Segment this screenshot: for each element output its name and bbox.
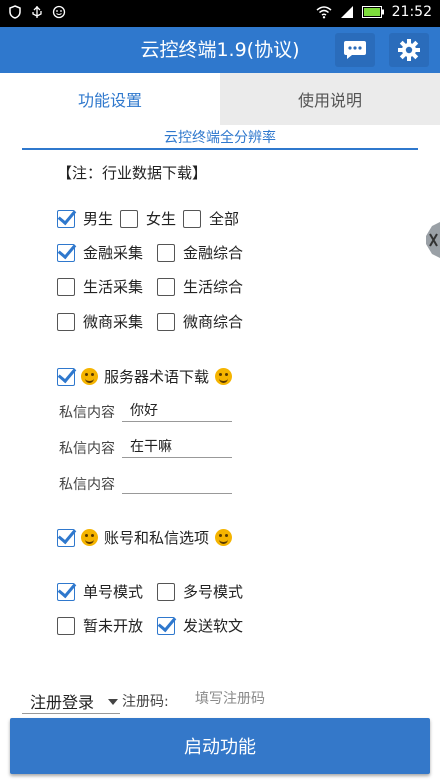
checkbox-label: 生活采集 — [83, 278, 144, 296]
checkbox-box[interactable] — [157, 277, 175, 296]
smiley-emoji-icon — [81, 529, 98, 546]
status-bar: 21:52 — [0, 0, 440, 27]
checkbox-label: 服务器术语下载 — [104, 368, 210, 386]
checkbox-wechat-general[interactable]: 微商综合 — [157, 311, 243, 332]
checkbox-account-options[interactable]: 账号和私信选项 — [57, 527, 233, 548]
register-mode-select[interactable]: 注册登录 — [22, 688, 120, 714]
battery-icon — [361, 6, 384, 18]
tab-function-settings[interactable]: 功能设置 — [0, 73, 220, 125]
checkbox-send-article[interactable]: 发送软文 — [157, 615, 243, 636]
resolution-subtitle: 云控终端全分辨率 — [164, 130, 276, 146]
private-message-label: 私信内容 — [59, 477, 115, 493]
checkbox-all[interactable]: 全部 — [183, 208, 239, 229]
checkbox-box[interactable] — [57, 209, 75, 228]
private-message-input-1[interactable] — [122, 398, 232, 422]
subtitle-divider — [22, 148, 418, 150]
checkbox-box[interactable] — [120, 209, 138, 228]
notification-smiley-icon — [52, 5, 66, 19]
checkbox-female[interactable]: 女生 — [120, 208, 176, 229]
checkbox-label: 生活综合 — [183, 278, 244, 296]
checkbox-box[interactable] — [157, 616, 175, 635]
checkbox-label: 暂未开放 — [83, 617, 144, 635]
checkbox-label: 全部 — [209, 210, 240, 228]
checkbox-label: 金融采集 — [83, 244, 144, 262]
tab-instructions[interactable]: 使用说明 — [220, 73, 440, 125]
wifi-icon — [316, 6, 332, 19]
register-code-label: 注册码: — [122, 694, 169, 710]
shield-icon — [9, 5, 21, 19]
checkbox-wechat-collect[interactable]: 微商采集 — [57, 311, 143, 332]
checkbox-label: 单号模式 — [83, 583, 144, 601]
usb-icon — [32, 6, 42, 18]
checkbox-male[interactable]: 男生 — [57, 208, 113, 229]
start-function-button[interactable]: 启动功能 — [10, 718, 430, 774]
checkbox-label: 金融综合 — [183, 244, 244, 262]
checkbox-box[interactable] — [57, 243, 75, 262]
checkbox-finance-collect[interactable]: 金融采集 — [57, 242, 143, 263]
register-code-input[interactable] — [185, 686, 365, 712]
checkbox-label: 微商采集 — [83, 313, 144, 331]
checkbox-box[interactable] — [183, 209, 201, 228]
checkbox-box[interactable] — [57, 582, 75, 601]
checkbox-label: 账号和私信选项 — [104, 529, 210, 547]
checkbox-label: 多号模式 — [183, 583, 244, 601]
chat-button[interactable] — [335, 33, 375, 67]
dropdown-caret-icon — [108, 699, 118, 705]
checkbox-box[interactable] — [157, 582, 175, 601]
checkbox-box[interactable] — [57, 312, 75, 331]
checkbox-label: 微商综合 — [183, 313, 244, 331]
industry-data-note: 【注：行业数据下载】 — [57, 164, 208, 182]
checkbox-box[interactable] — [57, 528, 75, 547]
private-message-label: 私信内容 — [59, 441, 115, 457]
checkbox-box[interactable] — [57, 277, 75, 296]
title-bar: 云控终端1.9(协议) — [0, 27, 440, 73]
checkbox-box[interactable] — [157, 312, 175, 331]
register-mode-value: 注册登录 — [30, 692, 95, 712]
smiley-emoji-icon — [81, 368, 98, 385]
private-message-label: 私信内容 — [59, 405, 115, 421]
status-time: 21:52 — [391, 4, 432, 20]
smiley-emoji-icon — [215, 368, 233, 385]
checkbox-box[interactable] — [57, 367, 75, 386]
gear-icon — [398, 39, 420, 61]
checkbox-box[interactable] — [157, 243, 175, 262]
checkbox-finance-general[interactable]: 金融综合 — [157, 242, 243, 263]
checkbox-server-download[interactable]: 服务器术语下载 — [57, 366, 233, 387]
checkbox-label: 女生 — [146, 210, 177, 228]
checkbox-not-open[interactable]: 暂未开放 — [57, 615, 143, 636]
smiley-emoji-icon — [215, 529, 233, 546]
checkbox-label: 发送软文 — [183, 617, 244, 635]
private-message-input-3[interactable] — [122, 470, 232, 494]
signal-icon — [340, 6, 353, 18]
checkbox-label: 男生 — [83, 210, 114, 228]
settings-button[interactable] — [389, 33, 429, 67]
checkbox-single-account-mode[interactable]: 单号模式 — [57, 581, 143, 602]
checkbox-life-general[interactable]: 生活综合 — [157, 276, 243, 297]
checkbox-box[interactable] — [57, 616, 75, 635]
private-message-input-2[interactable] — [122, 434, 232, 458]
checkbox-multi-account-mode[interactable]: 多号模式 — [157, 581, 243, 602]
checkbox-life-collect[interactable]: 生活采集 — [57, 276, 143, 297]
tab-bar: 功能设置 使用说明 — [0, 73, 440, 125]
floating-tool-handle-icon[interactable] — [424, 222, 440, 258]
chat-bubble-icon — [344, 41, 366, 59]
